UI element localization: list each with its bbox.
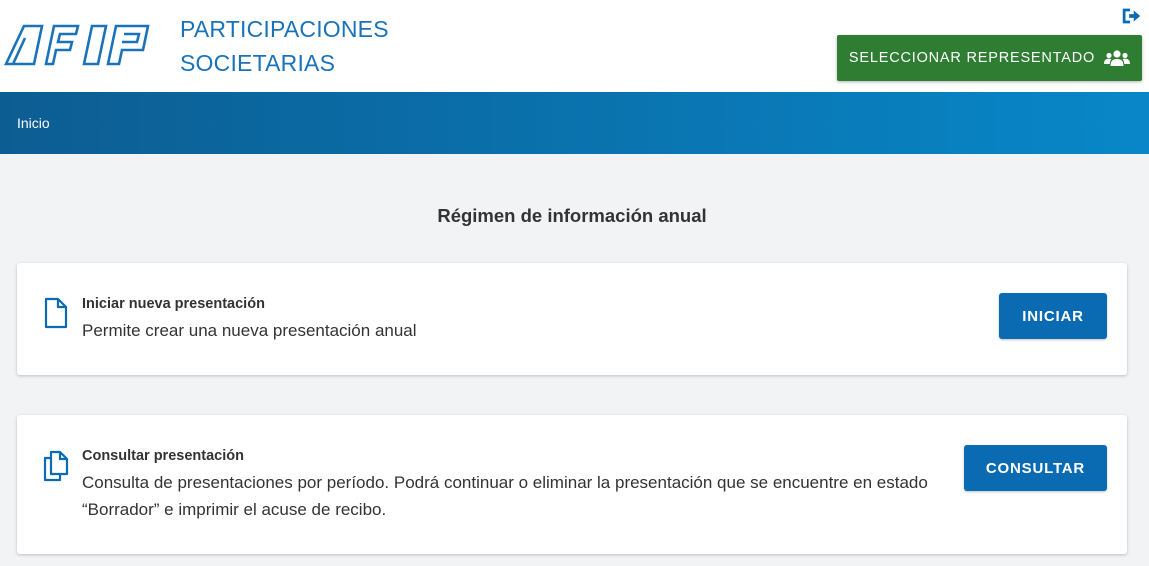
start-button[interactable]: INICIAR: [999, 293, 1107, 339]
users-icon: [1104, 50, 1131, 66]
query-button[interactable]: CONSULTAR: [964, 445, 1107, 491]
card-new-presentation: Iniciar nueva presentación Permite crear…: [17, 263, 1127, 375]
header: PARTICIPACIONES SOCIETARIAS SELECCIONAR …: [0, 0, 1149, 92]
select-representative-button[interactable]: SELECCIONAR REPRESENTADO: [837, 35, 1142, 81]
copy-icon: [43, 450, 69, 482]
select-representative-label: SELECCIONAR REPRESENTADO: [848, 50, 1096, 66]
file-icon: [44, 297, 68, 329]
card-title: Iniciar nueva presentación: [82, 296, 265, 312]
app-title: PARTICIPACIONES SOCIETARIAS: [180, 12, 440, 80]
breadcrumb-home[interactable]: Inicio: [17, 115, 50, 131]
card-title: Consultar presentación: [82, 448, 244, 464]
card-query-presentation: Consultar presentación Consulta de prese…: [17, 415, 1127, 554]
sign-out-icon[interactable]: [1120, 5, 1142, 27]
app-title-line2: SOCIETARIAS: [180, 50, 336, 76]
section-title: Régimen de información anual: [437, 205, 707, 226]
card-description: Consulta de presentaciones por período. …: [82, 473, 928, 519]
breadcrumb-bar: Inicio: [0, 92, 1149, 154]
afip-logo: [3, 24, 150, 66]
card-description: Permite crear una nueva presentación anu…: [82, 321, 417, 340]
app-title-line1: PARTICIPACIONES: [180, 16, 389, 42]
